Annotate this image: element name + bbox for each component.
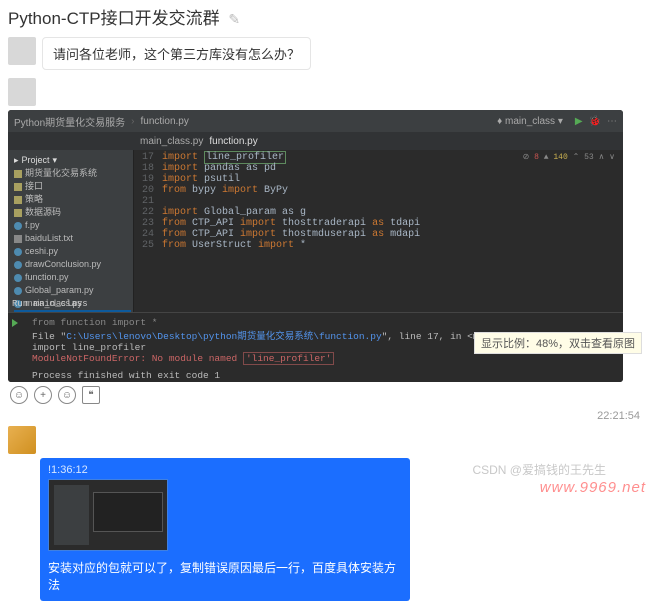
code-line: 18import pandas as pd [134,163,623,174]
question-bubble: 请问各位老师，这个第三方库没有怎么办？ [42,37,311,70]
reaction-bar: ☺ + ☺ ❝ [0,382,654,408]
tree-item[interactable]: f.py [14,219,131,232]
tree-item[interactable]: drawConclusion.py [14,258,131,271]
code-line: 20from bypy import ByPy [134,185,623,196]
timestamp: 22:21:54 [0,408,654,424]
message-1: 请问各位老师，这个第三方库没有怎么办？ [0,35,654,72]
watermark-url: www.9969.net [540,479,646,496]
edit-icon[interactable]: ✎ [228,11,240,27]
avatar[interactable] [8,426,36,454]
code-line: 21 [134,196,623,207]
tree-item[interactable]: 数据源码 [14,206,131,219]
run-tab: Run main_class [12,299,88,309]
reply-time: !1:36:12 [48,464,402,476]
tree-item[interactable]: 接口 [14,180,131,193]
plus-icon[interactable]: + [34,386,52,404]
tree-item[interactable]: 策略 [14,193,131,206]
smile-icon[interactable]: ☺ [58,386,76,404]
chat-title: Python-CTP接口开发交流群 ✎ [0,0,654,35]
message-3 [0,424,654,456]
avatar[interactable] [8,78,36,106]
ide-titlebar: Python期货量化交易服务 › function.py ♦ main_clas… [8,110,623,132]
watermark-csdn: CSDN @爱搞钱的王先生 [472,461,606,478]
code-line: 23from CTP_API import thosttraderapi as … [134,218,623,229]
smile-icon[interactable]: ☺ [10,386,28,404]
reply-bubble: !1:36:12 安装对应的包就可以了，复制错误原因最后一行，百度具体安装方法 [40,458,410,601]
tree-item[interactable]: function.py [14,271,131,284]
project-tree[interactable]: ▸ Project ▾ 期货量化交易系统接口策略数据源码f.pybaiduLis… [8,150,134,312]
code-line: 25from UserStruct import * [134,240,623,251]
tab-active[interactable]: function.py [209,136,257,147]
rerun-icon[interactable] [12,319,18,327]
tree-item[interactable]: ceshi.py [14,245,131,258]
play-icon: ▶ [575,116,583,127]
editor-tabs: main_class.py function.py [8,132,623,150]
tab[interactable]: main_class.py [140,136,203,147]
inspection-stats: ⊘ 8 ▲ 140 ⌃ 53 ∧ ∨ [523,152,615,162]
tree-item[interactable]: 期货量化交易系统 [14,167,131,180]
tree-item[interactable]: Global_param.py [14,284,131,297]
reply-text: 安装对应的包就可以了，复制错误原因最后一行，百度具体安装方法 [48,557,402,593]
run-config: ♦ main_class ▾ [497,116,563,127]
message-2 [0,76,654,108]
code-line: 19import psutil [134,174,623,185]
code-editor[interactable]: ⊘ 8 ▲ 140 ⌃ 53 ∧ ∨ 17import line_profile… [134,150,623,312]
quote-icon[interactable]: ❝ [82,386,100,404]
reply-thumbnail[interactable] [48,479,168,551]
code-line: 22import Global_param as g [134,207,623,218]
image-tooltip: 显示比例：48%，双击查看原图 [474,332,642,354]
avatar[interactable] [8,37,36,65]
tree-item[interactable]: baiduList.txt [14,232,131,245]
debug-icon: 🐞 [589,116,601,127]
code-line: 24from CTP_API import thostmduserapi as … [134,229,623,240]
